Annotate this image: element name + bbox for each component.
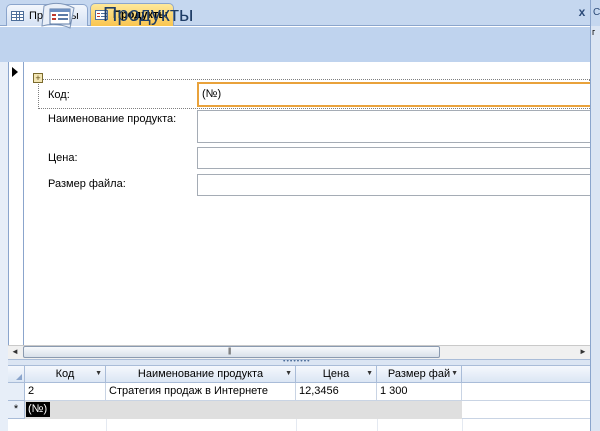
side-panel-text: г [592, 27, 596, 37]
scrollbar-grip-icon: ||| [228, 348, 231, 355]
column-header-product-name[interactable]: Наименование продукта ▼ [106, 366, 296, 383]
row-selector[interactable] [8, 383, 25, 401]
grid-line [377, 419, 378, 431]
table-cell-empty [462, 383, 590, 401]
layout-selector-icon[interactable]: + [33, 73, 43, 83]
column-header-label: Цена [322, 368, 350, 380]
column-header-label: Код [55, 368, 75, 380]
price-label: Цена: [48, 152, 78, 164]
side-panel-tab[interactable]: С [591, 0, 600, 26]
column-header-label: Размер фай [387, 368, 451, 380]
column-header-label: Наименование продукта [137, 368, 264, 380]
chevron-down-icon[interactable]: ▼ [366, 366, 373, 382]
column-header-price[interactable]: Цена ▼ [296, 366, 377, 383]
column-header-code[interactable]: Код ▼ [25, 366, 106, 383]
form-title: Продукты [103, 4, 194, 26]
product-name-field[interactable] [197, 110, 590, 143]
code-label: Код: [48, 89, 70, 101]
table-cell-file-size[interactable]: 1 300 [377, 383, 462, 401]
table-cell-product-name[interactable]: Стратегия продаж в Интернете [106, 383, 296, 401]
grid-line [106, 419, 107, 431]
table-icon [11, 10, 24, 21]
grid-line [296, 419, 297, 431]
new-record-row[interactable] [25, 401, 462, 419]
record-selector[interactable] [8, 62, 24, 345]
current-record-arrow-icon [12, 67, 18, 77]
chevron-down-icon[interactable]: ▼ [95, 366, 102, 382]
column-header-add-new[interactable] [462, 366, 590, 383]
file-size-label: Размер файла: [48, 178, 126, 190]
close-icon[interactable]: x [575, 4, 589, 20]
splitter-grip-icon: •••••••• [283, 360, 311, 364]
grid-line [462, 419, 463, 431]
new-record-selector[interactable]: * [8, 401, 25, 419]
file-size-field[interactable] [197, 174, 590, 196]
new-record-code-cell[interactable]: (№) [26, 402, 50, 417]
product-name-label: Наименование продукта: [48, 113, 177, 125]
scroll-left-icon[interactable]: ◄ [10, 347, 20, 357]
document-tab-strip [0, 0, 590, 26]
column-header-file-size[interactable]: Размер фай ▼ [377, 366, 462, 383]
left-rail [0, 62, 8, 431]
form-icon [41, 2, 75, 29]
form-header [0, 27, 590, 62]
datasheet-empty-area [8, 419, 590, 431]
scroll-right-icon[interactable]: ► [578, 347, 588, 357]
table-cell-empty [462, 401, 590, 419]
code-field[interactable]: (№) [197, 82, 590, 107]
table-cell-price[interactable]: 12,3456 [296, 383, 377, 401]
chevron-down-icon[interactable]: ▼ [451, 366, 458, 382]
select-all-cell[interactable] [8, 366, 25, 383]
price-field[interactable] [197, 147, 590, 169]
chevron-down-icon[interactable]: ▼ [285, 366, 292, 382]
table-cell-code[interactable]: 2 [25, 383, 106, 401]
right-side-panel [590, 0, 600, 431]
